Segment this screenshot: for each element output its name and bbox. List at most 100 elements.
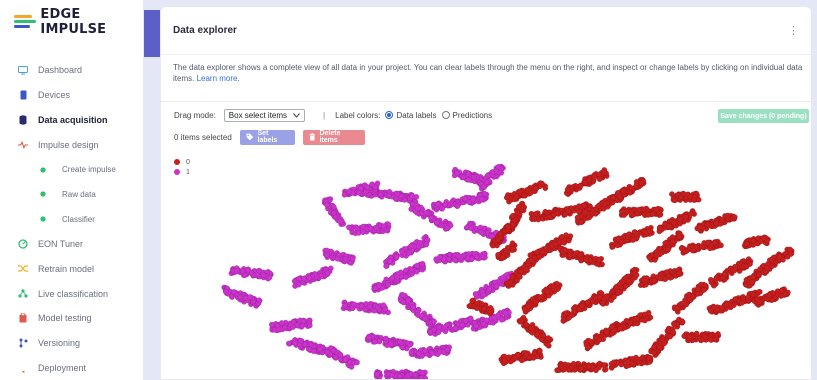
data-point[interactable] (586, 214, 593, 221)
data-point[interactable] (307, 322, 313, 329)
data-point[interactable] (477, 224, 484, 231)
data-point[interactable] (256, 297, 262, 303)
data-point[interactable] (394, 190, 401, 197)
data-point[interactable] (413, 268, 420, 275)
data-point[interactable] (603, 366, 609, 373)
data-point[interactable] (302, 341, 308, 348)
data-point[interactable] (394, 274, 400, 281)
sidebar-item-impulse-design[interactable]: Impulse design (0, 132, 143, 157)
data-point[interactable] (503, 248, 509, 254)
data-point[interactable] (642, 317, 648, 324)
data-point[interactable] (618, 325, 624, 332)
data-point[interactable] (565, 208, 572, 214)
data-point[interactable] (636, 359, 642, 366)
sidebar-item-classifier[interactable]: Classifier (0, 207, 143, 232)
data-point[interactable] (653, 252, 660, 259)
data-point[interactable] (713, 220, 720, 227)
data-point[interactable] (493, 168, 500, 174)
data-point[interactable] (728, 303, 734, 309)
data-point[interactable] (324, 349, 331, 355)
data-point[interactable] (266, 274, 273, 281)
data-point[interactable] (714, 306, 721, 313)
data-point[interactable] (676, 316, 682, 323)
data-point[interactable] (465, 171, 472, 177)
data-point[interactable] (292, 340, 298, 346)
data-point[interactable] (747, 261, 753, 267)
data-point[interactable] (567, 252, 573, 258)
data-point[interactable] (342, 256, 349, 262)
data-point[interactable] (769, 257, 775, 263)
sidebar-item-versioning[interactable]: Versioning (0, 331, 143, 356)
brand-logo[interactable]: EDGE IMPULSE (14, 7, 143, 37)
data-point[interactable] (487, 305, 494, 311)
data-point[interactable] (732, 214, 738, 220)
data-point[interactable] (351, 301, 357, 308)
data-point[interactable] (712, 336, 719, 343)
data-point[interactable] (360, 223, 366, 230)
data-point[interactable] (454, 170, 460, 176)
data-point[interactable] (750, 274, 756, 280)
data-point[interactable] (527, 190, 534, 196)
data-point[interactable] (515, 352, 522, 359)
data-point[interactable] (533, 210, 539, 217)
data-point[interactable] (279, 320, 285, 326)
data-point[interactable] (642, 229, 649, 236)
data-point[interactable] (744, 241, 750, 247)
data-point[interactable] (575, 208, 582, 215)
data-point[interactable] (579, 303, 585, 309)
data-point[interactable] (469, 298, 475, 304)
data-point[interactable] (685, 292, 692, 298)
sidebar-item-devices[interactable]: Devices (0, 83, 143, 108)
data-point[interactable] (577, 252, 584, 258)
sidebar-item-model-testing[interactable]: Model testing (0, 306, 143, 331)
data-point[interactable] (414, 262, 420, 269)
data-point[interactable] (342, 303, 348, 309)
data-point[interactable] (459, 322, 466, 328)
data-point[interactable] (360, 229, 366, 235)
data-point[interactable] (408, 242, 415, 249)
data-point[interactable] (397, 338, 403, 345)
data-point[interactable] (587, 338, 593, 345)
data-point[interactable] (412, 372, 419, 378)
data-point[interactable] (780, 257, 786, 263)
data-point[interactable] (516, 203, 522, 210)
data-point[interactable] (496, 231, 503, 237)
data-point[interactable] (396, 373, 403, 379)
data-point[interactable] (408, 266, 415, 273)
data-point[interactable] (480, 183, 487, 190)
data-point[interactable] (745, 294, 751, 301)
data-point[interactable] (756, 272, 762, 278)
sidebar-item-deployment[interactable]: Deployment (0, 356, 143, 380)
sidebar-item-create-impulse[interactable]: Create impulse (0, 157, 143, 182)
data-point[interactable] (620, 188, 627, 194)
data-point[interactable] (582, 179, 588, 186)
data-point[interactable] (364, 184, 370, 190)
data-point[interactable] (437, 254, 443, 260)
data-point[interactable] (474, 305, 480, 311)
data-point[interactable] (662, 276, 668, 282)
data-point[interactable] (596, 360, 603, 367)
data-point[interactable] (600, 300, 606, 306)
data-point[interactable] (529, 325, 535, 331)
data-point[interactable] (389, 372, 395, 378)
data-point[interactable] (554, 280, 560, 287)
data-point[interactable] (583, 256, 589, 263)
data-point[interactable] (750, 238, 757, 244)
data-point[interactable] (435, 201, 441, 207)
data-point[interactable] (237, 294, 243, 300)
data-point[interactable] (510, 212, 516, 219)
data-point[interactable] (297, 338, 304, 344)
data-point[interactable] (415, 350, 422, 357)
data-point[interactable] (651, 344, 657, 350)
data-point[interactable] (595, 257, 602, 264)
data-point[interactable] (708, 276, 714, 283)
data-point[interactable] (499, 254, 506, 261)
data-point[interactable] (441, 324, 448, 331)
data-point[interactable] (296, 281, 302, 288)
data-point[interactable] (502, 310, 509, 316)
data-point[interactable] (608, 297, 615, 303)
data-point[interactable] (474, 300, 480, 307)
data-point[interactable] (576, 203, 582, 209)
data-point[interactable] (435, 329, 442, 335)
data-point[interactable] (542, 185, 549, 191)
